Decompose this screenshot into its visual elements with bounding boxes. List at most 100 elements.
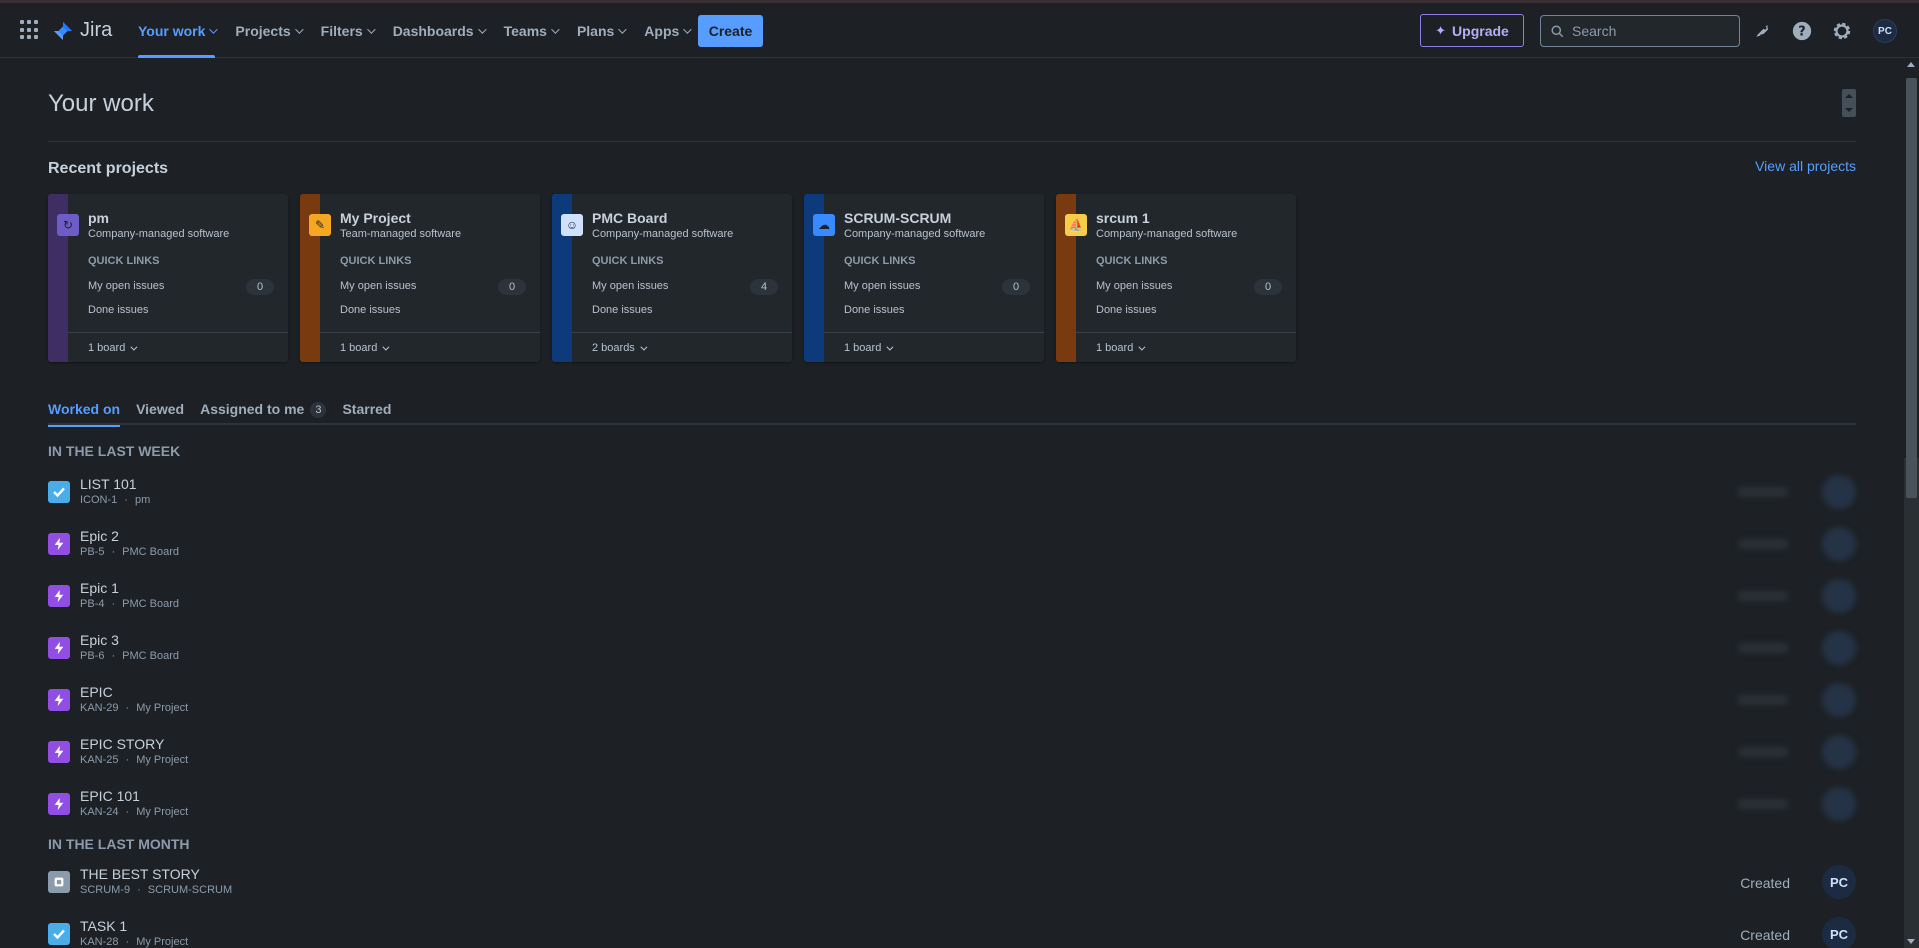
work-item-row[interactable]: EPIC 101 KAN-24 · My Project — [48, 787, 1856, 831]
work-item-meta: ICON-1 · pm — [80, 494, 150, 506]
work-item-row[interactable]: Epic 3 PB-6 · PMC Board — [48, 631, 1856, 675]
assignee-avatar-placeholder — [1822, 631, 1856, 665]
settings-icon[interactable] — [1831, 20, 1853, 42]
boards-dropdown[interactable]: 1 board — [88, 342, 138, 354]
work-item-row[interactable]: EPIC KAN-29 · My Project — [48, 683, 1856, 727]
project-card[interactable]: ⛵ srcum 1 Company-managed software QUICK LI… — [1056, 194, 1296, 362]
done-issues-link[interactable]: Done issues — [88, 304, 149, 316]
work-item-title[interactable]: THE BEST STORY — [80, 866, 200, 882]
scroll-arrow-down-icon[interactable] — [1907, 939, 1915, 944]
project-card[interactable]: ☺ PMC Board Company-managed software QUICK … — [552, 194, 792, 362]
boards-dropdown[interactable]: 1 board — [1096, 342, 1146, 354]
nav-apps[interactable]: Apps — [634, 3, 699, 58]
page-scrollbar[interactable] — [1904, 58, 1919, 948]
project-name[interactable]: SCRUM-SCRUM — [844, 210, 951, 226]
nav-label: Filters — [320, 22, 363, 39]
meta-separator: · — [137, 884, 141, 896]
epic-icon — [48, 689, 70, 711]
work-item-project: My Project — [136, 806, 189, 818]
open-issues-count-badge: 0 — [1002, 279, 1030, 295]
open-issues-count-badge: 0 — [498, 279, 526, 295]
help-icon[interactable]: ? — [1791, 20, 1813, 42]
project-card[interactable]: ✎ My Project Team-managed software QUICK LI… — [300, 194, 540, 362]
work-item-title[interactable]: EPIC — [80, 684, 113, 700]
scroll-arrow-up-icon[interactable] — [1907, 62, 1915, 67]
done-issues-link[interactable]: Done issues — [844, 304, 905, 316]
app-switcher-icon[interactable] — [20, 20, 40, 40]
tab-viewed[interactable]: Viewed — [136, 397, 184, 425]
tab-label: Assigned to me — [200, 401, 305, 417]
chevron-down-icon — [130, 343, 138, 351]
boards-dropdown[interactable]: 1 board — [340, 342, 390, 354]
epic-icon — [48, 637, 70, 659]
nav-teams[interactable]: Teams — [494, 3, 567, 58]
profile-avatar[interactable]: PC — [1873, 19, 1897, 43]
nav-projects[interactable]: Projects — [225, 3, 310, 58]
assignee-avatar[interactable]: PC — [1822, 865, 1856, 899]
done-issues-link[interactable]: Done issues — [340, 304, 401, 316]
done-issues-link[interactable]: Done issues — [1096, 304, 1157, 316]
work-item-title[interactable]: TASK 1 — [80, 918, 127, 934]
scrollbar-thumb[interactable] — [1906, 78, 1917, 498]
tab-assigned-to-me[interactable]: Assigned to me 3 — [200, 397, 327, 425]
scrollbar-track — [1904, 458, 1919, 948]
boards-dropdown[interactable]: 2 boards — [592, 342, 648, 354]
quick-links-heading: QUICK LINKS — [1096, 255, 1168, 267]
work-item-title[interactable]: Epic 2 — [80, 528, 119, 544]
my-open-issues-link[interactable]: My open issues 0 — [844, 279, 1030, 295]
work-item-row[interactable]: Epic 1 PB-4 · PMC Board — [48, 579, 1856, 623]
tab-starred[interactable]: Starred — [342, 397, 391, 425]
project-card[interactable]: ☁ SCRUM-SCRUM Company-managed software QUIC… — [804, 194, 1044, 362]
my-open-issues-link[interactable]: My open issues 0 — [88, 279, 274, 295]
card-divider — [320, 332, 540, 333]
tab-worked-on[interactable]: Worked on — [48, 397, 121, 427]
chevron-down-icon — [640, 343, 648, 351]
scroll-stepper[interactable] — [1842, 89, 1856, 117]
work-item-title[interactable]: EPIC STORY — [80, 736, 164, 752]
done-issues-link[interactable]: Done issues — [592, 304, 653, 316]
jira-logo[interactable]: Jira — [52, 19, 112, 42]
work-item-title[interactable]: Epic 3 — [80, 632, 119, 648]
nav-dashboards[interactable]: Dashboards — [383, 3, 494, 58]
search-input[interactable] — [1572, 23, 1722, 39]
work-item-row[interactable]: THE BEST STORY SCRUM-9 · SCRUM-SCRUM Created… — [48, 865, 1856, 909]
assignee-avatar-placeholder — [1822, 527, 1856, 561]
my-open-issues-link[interactable]: My open issues 4 — [592, 279, 778, 295]
project-name[interactable]: My Project — [340, 210, 411, 226]
work-tabs: Worked on Viewed Assigned to me 3 Starred — [48, 397, 1856, 427]
project-card[interactable]: ↻ pm Company-managed software QUICK LINKS My… — [48, 194, 288, 362]
work-item-row[interactable]: TASK 1 KAN-28 · My Project Created PC — [48, 917, 1856, 948]
scroll-up-icon[interactable] — [1845, 94, 1853, 98]
work-item-row[interactable]: EPIC STORY KAN-25 · My Project — [48, 735, 1856, 779]
work-item-title[interactable]: EPIC 101 — [80, 788, 140, 804]
nav-plans[interactable]: Plans — [567, 3, 634, 58]
project-type: Company-managed software — [1096, 228, 1238, 240]
boards-label: 2 boards — [592, 342, 635, 354]
upgrade-button[interactable]: ✦ Upgrade — [1420, 14, 1524, 47]
work-item-meta: KAN-24 · My Project — [80, 806, 188, 818]
chevron-down-icon — [886, 343, 894, 351]
meta-separator: · — [111, 546, 116, 558]
my-open-issues-link[interactable]: My open issues 0 — [1096, 279, 1282, 295]
view-all-projects-link[interactable]: View all projects — [1755, 158, 1856, 174]
work-item-title[interactable]: LIST 101 — [80, 476, 137, 492]
project-name[interactable]: srcum 1 — [1096, 210, 1150, 226]
work-item-row[interactable]: LIST 101 ICON-1 · pm — [48, 475, 1856, 519]
work-item-row[interactable]: Epic 2 PB-5 · PMC Board — [48, 527, 1856, 571]
meta-separator: · — [125, 702, 130, 714]
work-item-title[interactable]: Epic 1 — [80, 580, 119, 596]
project-name[interactable]: pm — [88, 210, 109, 226]
boards-dropdown[interactable]: 1 board — [844, 342, 894, 354]
nav-your-work[interactable]: Your work — [128, 3, 225, 58]
scroll-down-icon[interactable] — [1845, 108, 1853, 112]
my-open-issues-link[interactable]: My open issues 0 — [340, 279, 526, 295]
create-button[interactable]: Create — [698, 15, 763, 47]
assignee-avatar[interactable]: PC — [1822, 917, 1856, 948]
project-name[interactable]: PMC Board — [592, 210, 667, 226]
nav-filters[interactable]: Filters — [311, 3, 383, 58]
work-item-meta: KAN-29 · My Project — [80, 702, 188, 714]
project-type: Company-managed software — [844, 228, 986, 240]
work-item-meta: PB-6 · PMC Board — [80, 650, 179, 662]
search-field[interactable] — [1540, 15, 1740, 47]
notifications-icon[interactable] — [1751, 20, 1773, 42]
